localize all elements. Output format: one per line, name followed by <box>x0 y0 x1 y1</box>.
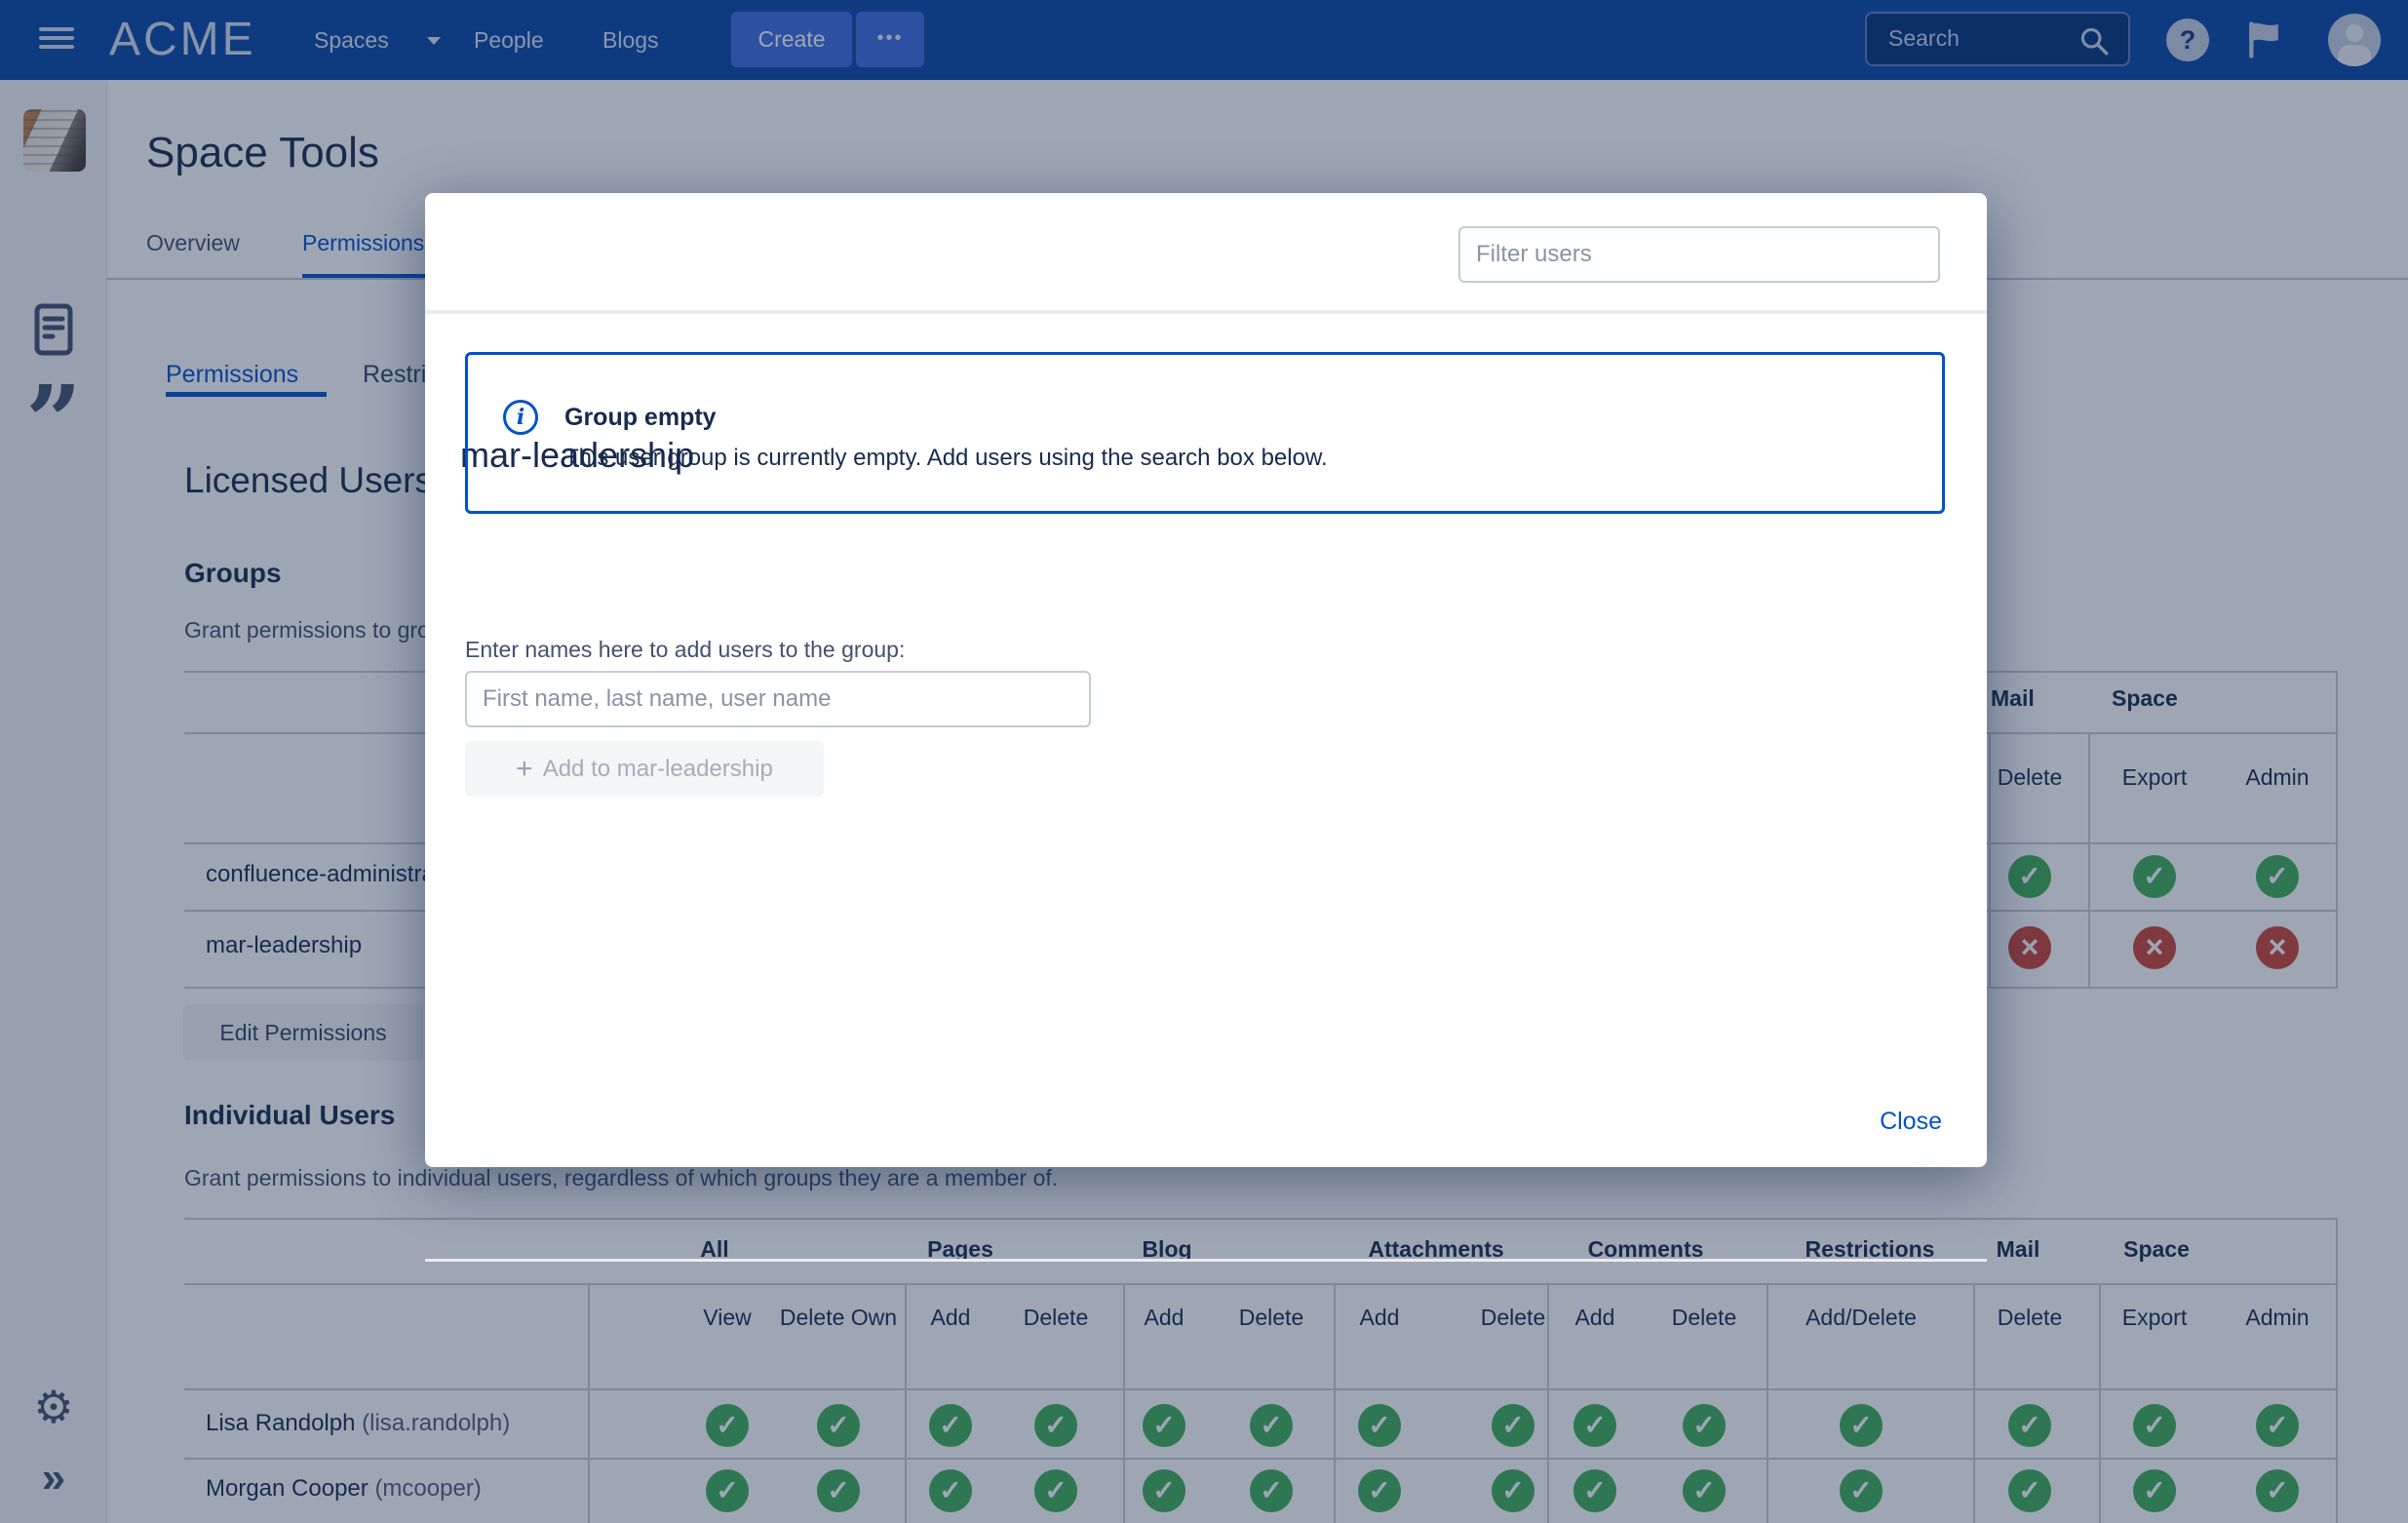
filter-users-placeholder: Filter users <box>1476 241 1592 268</box>
add-to-group-button[interactable]: +Add to mar-leadership <box>465 741 824 797</box>
add-users-input[interactable]: First name, last name, user name <box>465 671 1091 727</box>
add-users-placeholder: First name, last name, user name <box>483 685 831 713</box>
group-members-dialog: mar-leadership Filter users i Group empt… <box>425 193 1987 1167</box>
alert-body: This user group is currently empty. Add … <box>564 445 1328 472</box>
add-users-label: Enter names here to add users to the gro… <box>465 637 905 663</box>
dialog-footer-divider <box>425 1259 1987 1262</box>
close-dialog-link[interactable]: Close <box>1880 1108 1942 1136</box>
plus-icon: + <box>516 753 533 785</box>
dialog-header-divider <box>425 310 1987 314</box>
alert-title: Group empty <box>564 404 717 432</box>
app-window: ACME Spaces People Blogs Create ••• Sear… <box>0 0 2408 1523</box>
group-empty-alert: i Group empty This user group is current… <box>465 352 1945 514</box>
filter-users-input[interactable]: Filter users <box>1458 226 1940 283</box>
info-icon: i <box>503 400 538 435</box>
